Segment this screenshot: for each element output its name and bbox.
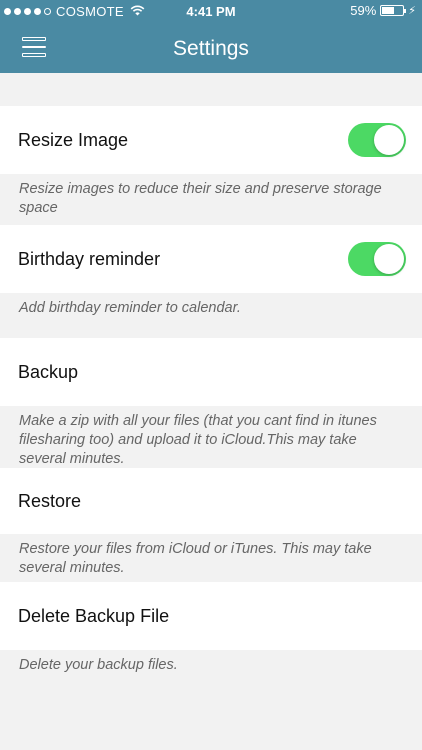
page-title: Settings: [173, 37, 249, 60]
restore-button[interactable]: Restore: [0, 468, 422, 534]
setting-label: Resize Image: [18, 129, 129, 150]
toggle-knob: [374, 125, 404, 155]
backup-button[interactable]: Backup: [0, 338, 422, 406]
battery-icon: [380, 5, 407, 16]
navigation-bar: COSMOTE 4:41 PM 59% ⚡ Settings: [0, 0, 422, 73]
setting-label: Backup: [18, 361, 79, 382]
setting-label: Birthday reminder: [18, 248, 161, 269]
settings-list: Resize Image Resize images to reduce the…: [0, 73, 422, 683]
status-bar: COSMOTE 4:41 PM 59% ⚡: [0, 0, 422, 24]
status-right: 59% ⚡: [350, 3, 416, 18]
setting-description: Restore your files from iCloud or iTunes…: [0, 534, 422, 582]
setting-resize-image: Resize Image: [0, 106, 422, 174]
battery-fill: [382, 7, 395, 14]
setting-birthday-reminder: Birthday reminder: [0, 225, 422, 293]
setting-description: Delete your backup files.: [0, 650, 422, 683]
delete-backup-button[interactable]: Delete Backup File: [0, 582, 422, 650]
section-spacer: [0, 73, 422, 106]
setting-description: Make a zip with all your files (that you…: [0, 406, 422, 468]
section-spacer: [0, 322, 422, 338]
battery-percentage: 59%: [350, 3, 377, 18]
birthday-reminder-toggle[interactable]: [348, 242, 406, 276]
setting-description: Resize images to reduce their size and p…: [0, 174, 422, 225]
resize-image-toggle[interactable]: [348, 123, 406, 157]
charging-bolt-icon: ⚡: [408, 5, 416, 17]
toggle-knob: [374, 244, 404, 274]
setting-description: Add birthday reminder to calendar.: [0, 293, 422, 322]
setting-label: Restore: [18, 490, 82, 511]
setting-label: Delete Backup File: [18, 605, 170, 626]
